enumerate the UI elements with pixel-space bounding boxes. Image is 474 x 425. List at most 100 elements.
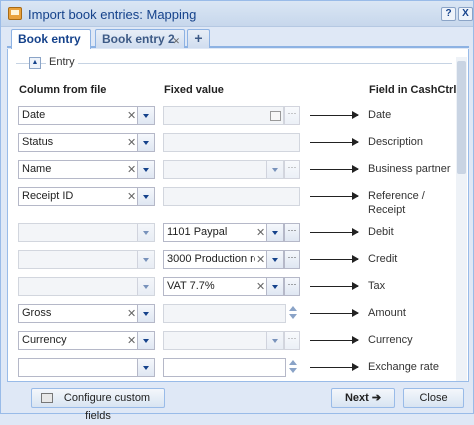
source-combo-status[interactable]: Status ✕ xyxy=(18,133,155,152)
source-combo-credit[interactable] xyxy=(18,250,155,269)
tab-book-entry-1[interactable]: Book entry 1 xyxy=(11,29,91,63)
chevron-down-icon[interactable] xyxy=(137,332,154,349)
clear-icon[interactable]: ✕ xyxy=(127,334,136,347)
source-combo-gross[interactable]: Gross ✕ xyxy=(18,304,155,323)
chevron-down-icon[interactable] xyxy=(137,107,154,124)
mapping-arrow xyxy=(310,192,359,200)
fixed-description-field[interactable] xyxy=(163,133,300,152)
clear-icon[interactable]: ✕ xyxy=(256,280,265,293)
clear-icon[interactable]: ✕ xyxy=(256,226,265,239)
close-button[interactable]: Close xyxy=(403,388,464,408)
source-combo-name[interactable]: Name ✕ xyxy=(18,160,155,179)
picker-button[interactable]: ··· xyxy=(284,106,300,125)
tab-strip: Book entry 1 Book entry 2 ✕ + xyxy=(7,28,469,63)
fixed-business-partner-combo[interactable] xyxy=(163,160,284,179)
scrollbar-thumb[interactable] xyxy=(457,61,466,174)
target-field-date: Date xyxy=(368,109,392,121)
source-combo-receipt-id[interactable]: Receipt ID ✕ xyxy=(18,187,155,206)
source-combo-currency[interactable]: Currency ✕ xyxy=(18,331,155,350)
fixed-tax-combo[interactable]: VAT 7.7% ✕ xyxy=(163,277,284,296)
amount-spinner[interactable] xyxy=(287,304,299,323)
title-bar: Import book entries: Mapping ? X xyxy=(1,1,473,27)
source-combo-date[interactable]: Date ✕ xyxy=(18,106,155,125)
fixed-debit-combo[interactable]: 1101 Paypal ✕ xyxy=(163,223,284,242)
window-title: Import book entries: Mapping xyxy=(28,7,197,22)
picker-button[interactable]: ··· xyxy=(284,250,300,269)
next-button[interactable]: Next ➔ xyxy=(331,388,395,408)
fixed-amount-field[interactable] xyxy=(163,304,286,323)
mapping-arrow xyxy=(310,255,359,263)
chevron-down-icon[interactable] xyxy=(137,161,154,178)
window-settings-icon xyxy=(41,393,53,403)
chevron-down-icon[interactable] xyxy=(137,278,154,295)
close-window-button[interactable]: X xyxy=(458,7,473,21)
import-icon xyxy=(8,7,22,20)
mapping-arrow xyxy=(310,282,359,290)
chevron-down-icon[interactable] xyxy=(137,134,154,151)
mapping-arrow xyxy=(310,309,359,317)
source-combo-debit[interactable] xyxy=(18,223,155,242)
clear-icon[interactable]: ✕ xyxy=(256,253,265,266)
configure-custom-fields-button[interactable]: Configure custom fields xyxy=(31,388,165,422)
spin-up-icon[interactable] xyxy=(289,360,297,365)
mapping-arrow xyxy=(310,111,359,119)
mapping-arrow xyxy=(310,138,359,146)
chevron-down-icon[interactable] xyxy=(137,251,154,268)
chevron-down-icon[interactable] xyxy=(137,224,154,241)
fixed-currency-combo[interactable] xyxy=(163,331,284,350)
mapping-arrow xyxy=(310,363,359,371)
tab-label: Book entry 2 xyxy=(102,32,175,46)
target-field-exchange-rate: Exchange rate xyxy=(368,361,439,373)
clear-icon[interactable]: ✕ xyxy=(127,307,136,320)
collapse-section-button[interactable]: ▲ xyxy=(29,57,41,69)
picker-button[interactable]: ··· xyxy=(284,223,300,242)
chevron-down-icon[interactable] xyxy=(266,278,283,295)
calendar-icon[interactable] xyxy=(270,111,281,121)
chevron-down-icon[interactable] xyxy=(266,332,283,349)
mapping-arrow xyxy=(310,228,359,236)
picker-button[interactable]: ··· xyxy=(284,160,300,179)
spin-down-icon[interactable] xyxy=(289,314,297,319)
fixed-credit-combo[interactable]: 3000 Production rev ✕ xyxy=(163,250,284,269)
fixed-reference-field[interactable] xyxy=(163,187,300,206)
combo-value: Name xyxy=(22,163,52,175)
source-combo-exchange-rate[interactable] xyxy=(18,358,155,377)
combo-value: Gross xyxy=(22,307,52,319)
mapping-panel: ▲ Entry Column from file Fixed value Fie… xyxy=(7,49,469,382)
combo-value: Receipt ID xyxy=(22,190,74,202)
target-field-description: Description xyxy=(368,136,424,148)
chevron-down-icon[interactable] xyxy=(137,359,154,376)
clear-icon[interactable]: ✕ xyxy=(127,109,136,122)
chevron-down-icon[interactable] xyxy=(137,305,154,322)
target-field-reference-line2: Receipt xyxy=(368,204,406,216)
chevron-down-icon[interactable] xyxy=(266,224,283,241)
vertical-scrollbar[interactable] xyxy=(456,57,467,381)
picker-button[interactable]: ··· xyxy=(284,331,300,350)
combo-value: 1101 Paypal xyxy=(167,226,228,238)
chevron-down-icon[interactable] xyxy=(137,188,154,205)
exchange-rate-spinner[interactable] xyxy=(287,358,299,377)
add-tab-button[interactable]: + xyxy=(187,29,210,48)
source-combo-tax[interactable] xyxy=(18,277,155,296)
help-button[interactable]: ? xyxy=(441,7,456,21)
combo-value: 3000 Production rev xyxy=(167,253,255,265)
chevron-down-icon[interactable] xyxy=(266,251,283,268)
target-field-business-partner: Business partner xyxy=(368,163,451,175)
target-field-reference-line1: Reference / xyxy=(368,190,425,202)
tab-close-icon[interactable]: ✕ xyxy=(172,33,180,50)
section-legend: Entry xyxy=(46,56,78,68)
picker-button[interactable]: ··· xyxy=(284,277,300,296)
chevron-down-icon[interactable] xyxy=(266,161,283,178)
spin-up-icon[interactable] xyxy=(289,306,297,311)
fieldset-divider xyxy=(16,63,452,64)
combo-value: Status xyxy=(22,136,54,148)
fixed-exchange-rate-field[interactable] xyxy=(163,358,286,377)
clear-icon[interactable]: ✕ xyxy=(127,136,136,149)
clear-icon[interactable]: ✕ xyxy=(127,163,136,176)
spin-down-icon[interactable] xyxy=(289,368,297,373)
fixed-date-field[interactable] xyxy=(163,106,284,125)
tab-book-entry-2[interactable]: Book entry 2 ✕ xyxy=(95,29,185,48)
target-field-debit: Debit xyxy=(368,226,394,238)
import-mapping-window: Import book entries: Mapping ? X Book en… xyxy=(0,0,474,422)
clear-icon[interactable]: ✕ xyxy=(127,190,136,203)
